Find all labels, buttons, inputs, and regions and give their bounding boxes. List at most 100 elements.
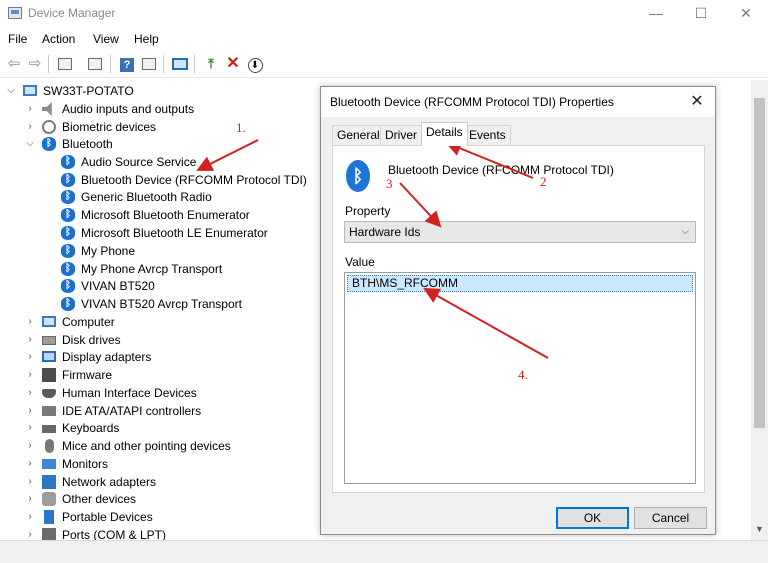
bluetooth-child-label: VIVAN BT520 bbox=[81, 279, 155, 293]
menu-action[interactable]: Action bbox=[42, 32, 75, 46]
chevron-right-icon[interactable]: › bbox=[25, 490, 35, 508]
bluetooth-device-icon: ᛒ bbox=[346, 160, 370, 192]
ok-button[interactable]: OK bbox=[556, 507, 629, 529]
forward-arrow-icon[interactable]: ⇨ bbox=[26, 55, 44, 73]
tree-item-label: Disk drives bbox=[62, 333, 121, 347]
tab-driver[interactable]: Driver bbox=[380, 125, 422, 145]
property-selected-value: Hardware Ids bbox=[349, 225, 421, 239]
menu-help[interactable]: Help bbox=[134, 32, 159, 46]
chevron-right-icon[interactable]: › bbox=[25, 508, 35, 526]
chevron-right-icon[interactable]: › bbox=[25, 313, 35, 331]
device-name: Bluetooth Device (RFCOMM Protocol TDI) bbox=[388, 163, 614, 177]
tree-item-label: Human Interface Devices bbox=[62, 386, 197, 400]
chevron-right-icon[interactable]: › bbox=[25, 455, 35, 473]
tab-general[interactable]: General bbox=[332, 125, 385, 145]
annotation-number-3: 3 bbox=[386, 176, 393, 191]
chevron-down-icon[interactable]: ⌵ bbox=[681, 222, 689, 242]
value-list-item[interactable]: BTH\MS_RFCOMM bbox=[347, 275, 693, 292]
chevron-down-icon[interactable]: ⌵ bbox=[25, 135, 35, 153]
status-bar bbox=[0, 540, 768, 563]
display-icon bbox=[42, 351, 56, 362]
scrollbar-thumb[interactable] bbox=[754, 98, 765, 428]
network-icon bbox=[42, 475, 56, 489]
speaker-icon bbox=[42, 102, 52, 116]
update-driver-icon[interactable]: ⬇ bbox=[246, 55, 264, 73]
dialog-close-button[interactable]: ✕ bbox=[685, 91, 709, 113]
chip-icon bbox=[42, 368, 56, 382]
computer-icon bbox=[23, 85, 37, 96]
tree-item-label: Display adapters bbox=[62, 350, 152, 364]
scroll-down-arrow-icon[interactable]: ▼ bbox=[751, 520, 768, 538]
monitor-icon bbox=[42, 459, 56, 469]
toolbar-separator bbox=[48, 55, 49, 73]
hid-icon bbox=[42, 389, 56, 398]
dialog-title: Bluetooth Device (RFCOMM Protocol TDI) P… bbox=[330, 95, 614, 109]
toolbar-separator bbox=[163, 55, 164, 73]
show-hidden-icon[interactable] bbox=[86, 55, 104, 73]
scan-hardware-icon[interactable] bbox=[171, 55, 189, 73]
help-icon[interactable]: ? bbox=[118, 55, 136, 73]
fingerprint-icon bbox=[42, 120, 56, 134]
chevron-right-icon[interactable]: › bbox=[25, 366, 35, 384]
tab-events[interactable]: Events bbox=[464, 125, 511, 145]
chevron-right-icon[interactable]: › bbox=[25, 473, 35, 491]
menu-view[interactable]: View bbox=[93, 32, 119, 46]
bluetooth-icon: ᛒ bbox=[61, 262, 75, 276]
ports-icon bbox=[42, 528, 56, 540]
tree-item-label: Portable Devices bbox=[62, 510, 153, 524]
ide-icon bbox=[42, 406, 56, 416]
tree-item-label: Audio inputs and outputs bbox=[62, 102, 195, 116]
maximize-button[interactable]: ☐ bbox=[681, 2, 721, 26]
device-tree[interactable]: ⌵ SW33T-POTATO › Audio inputs and output… bbox=[0, 80, 320, 540]
chevron-down-icon[interactable]: ⌵ bbox=[6, 82, 16, 100]
tree-root-label: SW33T-POTATO bbox=[43, 84, 134, 98]
value-label: Value bbox=[345, 255, 375, 269]
chevron-right-icon[interactable]: › bbox=[25, 118, 35, 136]
tree-item-label: Computer bbox=[62, 315, 115, 329]
property-dropdown[interactable]: Hardware Ids ⌵ bbox=[344, 221, 696, 243]
tree-item-label: Mice and other pointing devices bbox=[62, 439, 231, 453]
cancel-button[interactable]: Cancel bbox=[634, 507, 707, 529]
tree-item-label: Network adapters bbox=[62, 475, 157, 489]
property-label: Property bbox=[345, 204, 391, 218]
vertical-scrollbar[interactable]: ▼ bbox=[751, 80, 768, 540]
chevron-right-icon[interactable]: › bbox=[25, 100, 35, 118]
tree-item-label: Monitors bbox=[62, 457, 109, 471]
bluetooth-child-label: Bluetooth Device (RFCOMM Protocol TDI) bbox=[81, 173, 307, 187]
annotation-number-2: 2 bbox=[540, 174, 547, 189]
properties-icon[interactable] bbox=[56, 55, 74, 73]
bluetooth-icon: ᛒ bbox=[61, 226, 75, 240]
bluetooth-icon: ᛒ bbox=[61, 297, 75, 311]
tree-item-label: Firmware bbox=[62, 368, 112, 382]
close-button[interactable]: ✕ bbox=[726, 2, 766, 26]
tab-details[interactable]: Details bbox=[421, 122, 468, 146]
details-panel: ᛒ Bluetooth Device (RFCOMM Protocol TDI)… bbox=[332, 145, 705, 493]
bluetooth-child-label: Microsoft Bluetooth LE Enumerator bbox=[81, 226, 268, 240]
toolbar-separator bbox=[194, 55, 195, 73]
tree-item-label: Ports (COM & LPT) bbox=[62, 528, 167, 540]
tree-item-label: Biometric devices bbox=[62, 120, 157, 134]
tree-item-label: Other devices bbox=[62, 492, 137, 506]
chevron-right-icon[interactable]: › bbox=[25, 384, 35, 402]
title-bar: Device Manager — ☐ ✕ bbox=[0, 0, 768, 28]
chevron-right-icon[interactable]: › bbox=[25, 437, 35, 455]
back-arrow-icon[interactable]: ⇦ bbox=[5, 55, 23, 73]
enable-device-icon[interactable]: ⤒ bbox=[202, 55, 220, 73]
device-manager-icon bbox=[8, 7, 22, 19]
uninstall-device-icon[interactable]: ✕ bbox=[224, 55, 242, 73]
toolbar-separator bbox=[110, 55, 111, 73]
chevron-right-icon[interactable]: › bbox=[25, 348, 35, 366]
chevron-right-icon[interactable]: › bbox=[25, 419, 35, 437]
bluetooth-icon: ᛒ bbox=[61, 173, 75, 187]
bluetooth-icon: ᛒ bbox=[61, 208, 75, 222]
bluetooth-child-label: My Phone Avrcp Transport bbox=[81, 262, 223, 276]
properties-dialog: Bluetooth Device (RFCOMM Protocol TDI) P… bbox=[320, 86, 716, 535]
chevron-right-icon[interactable]: › bbox=[25, 331, 35, 349]
chevron-right-icon[interactable]: › bbox=[25, 526, 35, 540]
bluetooth-child-label: VIVAN BT520 Avrcp Transport bbox=[81, 297, 242, 311]
view-icon[interactable] bbox=[140, 55, 158, 73]
chevron-right-icon[interactable]: › bbox=[25, 402, 35, 420]
bluetooth-icon: ᛒ bbox=[61, 244, 75, 258]
minimize-button[interactable]: — bbox=[636, 2, 676, 26]
menu-file[interactable]: File bbox=[8, 32, 27, 46]
